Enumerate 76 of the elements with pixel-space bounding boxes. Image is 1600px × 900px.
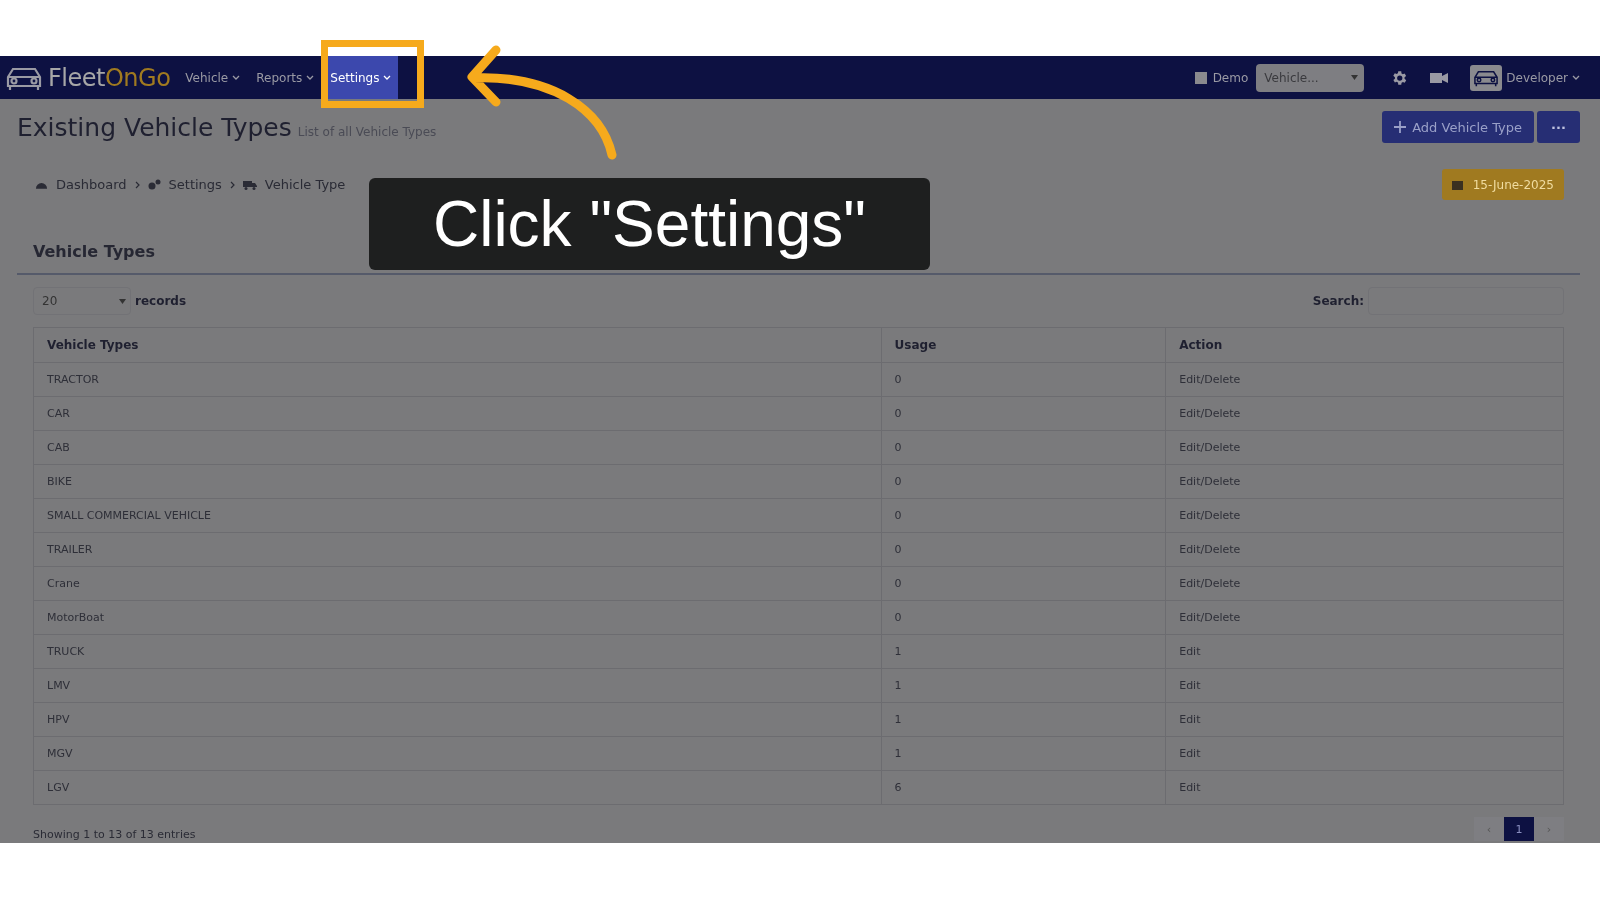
table-cell: Edit <box>1165 702 1564 737</box>
table-cell: 0 <box>881 566 1166 601</box>
table-cell: CAB <box>33 430 882 465</box>
table-cell: BIKE <box>33 464 882 499</box>
breadcrumb-link[interactable]: Dashboard <box>56 177 127 192</box>
table-cell: HPV <box>33 702 882 737</box>
date-chip[interactable]: 15-June-2025 <box>1441 169 1564 200</box>
table-cell: 1 <box>881 634 1166 669</box>
chevron-down-icon <box>1572 74 1580 81</box>
entries-info: Showing 1 to 13 of 13 entries <box>33 828 196 841</box>
table-cell: Edit/Delete <box>1165 566 1564 601</box>
brand-logo-text[interactable]: FleetOnGo <box>48 63 171 92</box>
table-cell: 0 <box>881 498 1166 533</box>
car-icon <box>1472 68 1501 87</box>
pagination-button[interactable]: ‹ <box>1474 817 1504 841</box>
table-cell: CAR <box>33 396 882 431</box>
table-cell: 6 <box>881 770 1166 805</box>
chevron-right-icon <box>134 180 140 189</box>
breadcrumb-link[interactable]: Vehicle Type <box>264 177 346 192</box>
table-cell: 0 <box>881 362 1166 397</box>
table-cell: TRACTOR <box>33 362 882 397</box>
table-cell: Edit <box>1165 770 1564 805</box>
table-cell: 0 <box>881 464 1166 499</box>
table-cell: Edit <box>1165 634 1564 669</box>
table-cell: Edit/Delete <box>1165 600 1564 635</box>
chevron-down-icon <box>306 74 315 81</box>
table-cell: Edit/Delete <box>1165 498 1564 533</box>
breadcrumb-link[interactable]: Settings <box>168 177 222 192</box>
more-button[interactable]: ··· <box>1537 111 1580 143</box>
table-cell: 0 <box>881 396 1166 431</box>
plus-icon <box>1394 121 1407 133</box>
table-cell: TRAILER <box>33 532 882 567</box>
truck-icon <box>242 179 257 190</box>
add-vehicle-type-button[interactable]: Add Vehicle Type <box>1382 111 1534 143</box>
nav-menu-item[interactable]: Vehicle <box>178 56 248 99</box>
nav-menu-item[interactable]: Reports <box>249 56 322 99</box>
table-cell: 1 <box>881 702 1166 737</box>
table-cell: LMV <box>33 668 882 703</box>
column-header[interactable]: Action <box>1165 327 1564 363</box>
table-cell: 1 <box>881 668 1166 703</box>
page-title: Existing Vehicle Types <box>17 112 292 142</box>
table-cell: TRUCK <box>33 634 882 669</box>
table-cell: MotorBoat <box>33 600 882 635</box>
table-cell: Edit <box>1165 736 1564 771</box>
table-cell: 0 <box>881 532 1166 567</box>
table-cell: 0 <box>881 600 1166 635</box>
demo-checkbox[interactable]: Demo <box>1194 70 1249 85</box>
pagination-button[interactable]: › <box>1534 817 1564 841</box>
table-cell: MGV <box>33 736 882 771</box>
table-cell: 1 <box>881 736 1166 771</box>
table-cell: Edit/Delete <box>1165 532 1564 567</box>
table-cell: Edit/Delete <box>1165 430 1564 465</box>
vehicle-select[interactable]: Vehicle... <box>1256 63 1365 92</box>
table-cell: Edit/Delete <box>1165 362 1564 397</box>
records-label: records <box>135 294 187 308</box>
chevron-down-icon <box>383 74 392 81</box>
column-header[interactable]: Usage <box>881 327 1166 363</box>
chevron-down-icon <box>232 74 241 81</box>
instruction-callout: Click "Settings" <box>369 178 930 270</box>
settings-icon[interactable] <box>1390 68 1409 87</box>
table-cell: SMALL COMMERCIAL VEHICLE <box>33 498 882 533</box>
table-cell: Edit <box>1165 668 1564 703</box>
table-cell: Edit/Delete <box>1165 396 1564 431</box>
search-label: Search: <box>1312 294 1364 308</box>
table-cell: Crane <box>33 566 882 601</box>
column-header[interactable]: Vehicle Types <box>33 327 882 363</box>
video-camera-icon[interactable] <box>1430 71 1449 84</box>
table-cell: 0 <box>881 430 1166 465</box>
caret-down-icon <box>1351 75 1359 80</box>
table-cell: LGV <box>33 770 882 805</box>
page-size-select[interactable]: 20 <box>33 287 131 315</box>
caret-down-icon <box>119 298 126 304</box>
pagination-button[interactable]: 1 <box>1504 817 1534 841</box>
user-menu[interactable]: Developer <box>1464 63 1586 92</box>
chevron-right-icon <box>229 180 235 189</box>
table-cell: Edit/Delete <box>1165 464 1564 499</box>
